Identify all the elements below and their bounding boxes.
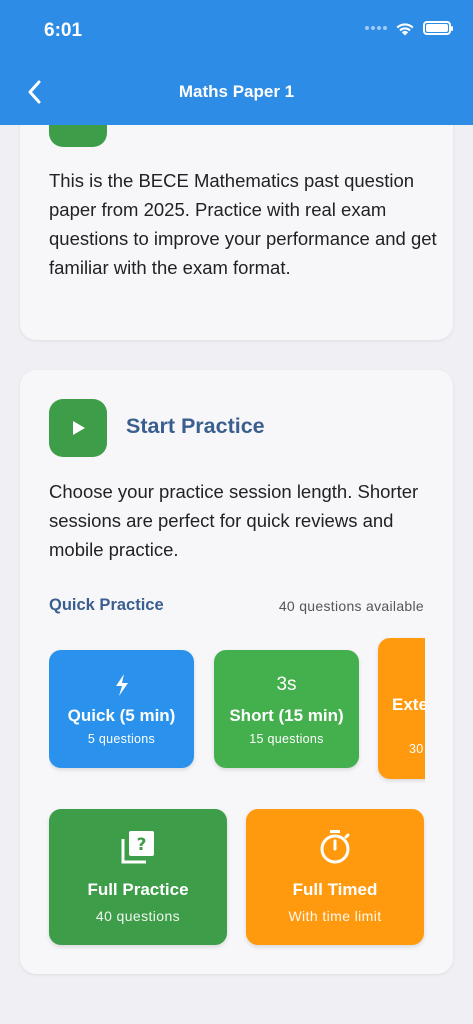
quick-option-title: Quick (5 min) (67, 706, 176, 725)
play-icon (49, 399, 107, 457)
timer-icon (246, 829, 424, 865)
quick-practice-label: Quick Practice (49, 596, 164, 614)
full-practice-button[interactable]: ? Full Practice 40 questions (49, 809, 227, 945)
quick-option-title: Short (15 min) (229, 706, 344, 725)
svg-text:?: ? (137, 835, 147, 855)
quick-5-min-button[interactable]: Quick (5 min) 5 questions (49, 650, 194, 768)
short-15-min-button[interactable]: 3s Short (15 min) 15 questions (214, 650, 359, 768)
start-practice-card: Start Practice Choose your practice sess… (20, 370, 453, 974)
status-icons (365, 20, 453, 36)
timer-3s-icon: 3s (276, 674, 297, 695)
start-practice-description: Choose your practice session length. Sho… (49, 481, 419, 560)
full-option-title: Full Practice (87, 880, 189, 899)
questions-available: 40 questions available (278, 598, 424, 614)
quick-options-scroller[interactable]: Quick (5 min) 5 questions 3s Short (15 m… (49, 630, 425, 790)
full-option-subtitle: With time limit (288, 908, 382, 924)
lightning-icon (49, 672, 194, 698)
full-option-subtitle: 40 questions (95, 908, 181, 924)
signal-icon (365, 26, 387, 30)
start-practice-title: Start Practice (126, 414, 265, 438)
quick-option-subtitle: 5 questions (87, 732, 156, 746)
extended-button[interactable]: Exte 30 (378, 638, 425, 779)
quick-option-subtitle: 15 questions (249, 732, 324, 746)
quick-option-title: Exte (392, 695, 425, 714)
quick-option-subtitle: 30 (409, 742, 424, 756)
battery-icon (423, 21, 453, 35)
app-bar: 6:01 Maths Paper 1 (0, 0, 473, 125)
page-title: Maths Paper 1 (178, 82, 295, 101)
full-option-title: Full Timed (292, 880, 378, 899)
about-description: This is the BECE Mathematics past questi… (49, 170, 437, 278)
full-timed-button[interactable]: Full Timed With time limit (246, 809, 424, 945)
quiz-icon: ? (49, 829, 227, 865)
wifi-icon (396, 23, 414, 36)
status-time: 6:01 (44, 20, 83, 41)
